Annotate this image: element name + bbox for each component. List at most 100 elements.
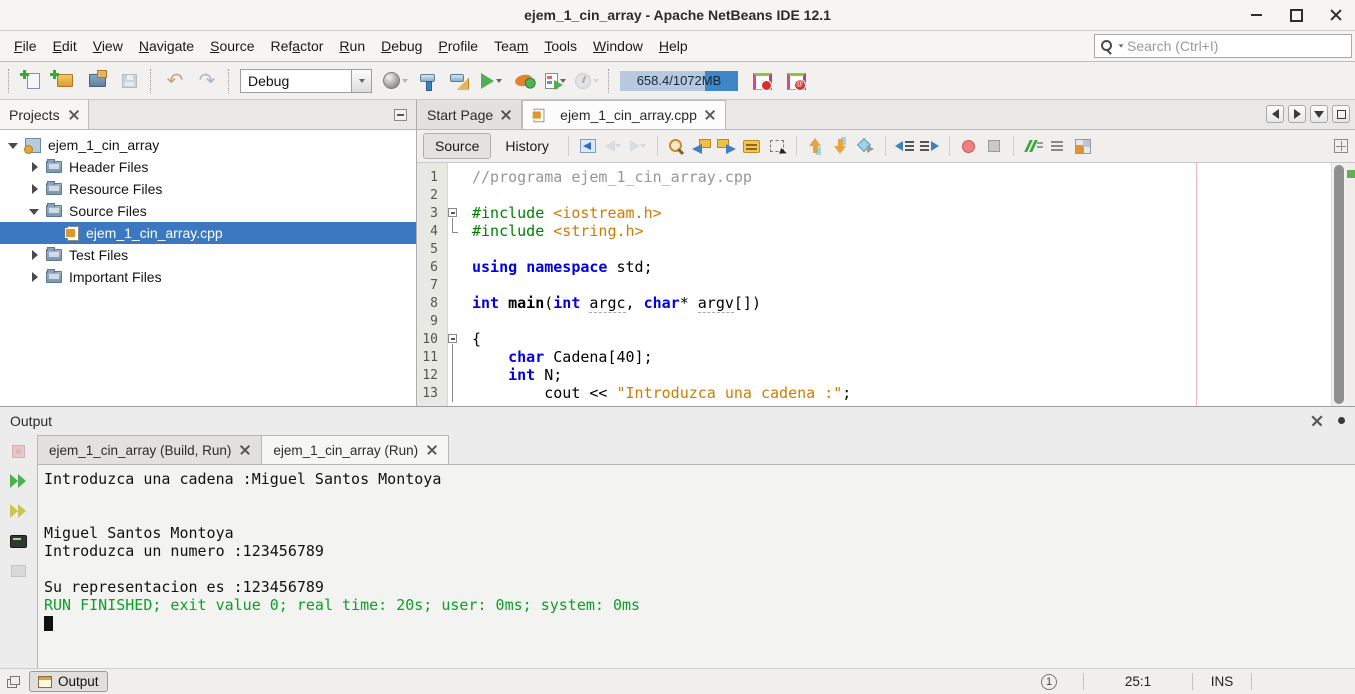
- stop-process-button[interactable]: [8, 442, 30, 460]
- search-dropdown-icon[interactable]: [1118, 44, 1124, 48]
- output-window-menu-icon[interactable]: [1338, 417, 1345, 424]
- output-window-button[interactable]: Output: [29, 671, 108, 692]
- toolbar-grip[interactable]: [8, 68, 12, 93]
- minimize-button[interactable]: [1247, 6, 1265, 24]
- run-project-button[interactable]: [478, 68, 504, 94]
- toggle-bookmark-button[interactable]: [855, 135, 877, 157]
- source-view-button[interactable]: Source: [423, 133, 492, 159]
- run-project-dropdown-icon[interactable]: [495, 78, 502, 83]
- scroll-tabs-left-button[interactable]: [1266, 105, 1284, 123]
- profile-gauge-button[interactable]: [574, 68, 600, 94]
- scroll-tabs-right-button[interactable]: [1288, 105, 1306, 123]
- fold-start-icon[interactable]: [448, 208, 457, 217]
- menu-profile[interactable]: Profile: [430, 33, 486, 59]
- show-opened-documents-button[interactable]: [1310, 105, 1328, 123]
- config-combobox[interactable]: Debug: [240, 68, 372, 93]
- previous-bookmark-button[interactable]: [805, 135, 827, 157]
- menu-tools[interactable]: Tools: [536, 33, 585, 59]
- menu-edit[interactable]: Edit: [45, 33, 85, 59]
- history-view-button[interactable]: History: [494, 134, 560, 158]
- float-window-icon[interactable]: [7, 675, 20, 688]
- deploy-button[interactable]: [382, 68, 408, 94]
- expand-arrow-icon[interactable]: [29, 206, 40, 217]
- menu-file[interactable]: File: [6, 33, 45, 59]
- output-tab-ejem-1-cin-array-build-run-[interactable]: ejem_1_cin_array (Build, Run): [37, 435, 263, 464]
- output-close-icon[interactable]: [1312, 415, 1323, 426]
- console-output[interactable]: Introduzca una cadena :Miguel Santos Mon…: [37, 464, 1355, 668]
- forward-button[interactable]: [627, 135, 649, 157]
- toolbar-grip[interactable]: [228, 68, 232, 93]
- tab-close-icon[interactable]: [240, 445, 250, 455]
- toolbar-grip[interactable]: [150, 68, 154, 93]
- toggle-header-source-button[interactable]: [1072, 135, 1094, 157]
- expand-arrow-icon[interactable]: [29, 271, 40, 283]
- shift-line-right-button[interactable]: [919, 135, 941, 157]
- expand-arrow-icon[interactable]: [29, 249, 40, 261]
- editor-vertical-scrollbar[interactable]: [1331, 163, 1346, 406]
- ide-update-at-button[interactable]: [782, 68, 808, 94]
- maximize-window-button[interactable]: [1332, 105, 1350, 123]
- tab-close-icon[interactable]: [427, 445, 437, 455]
- restore-button[interactable]: [1287, 6, 1305, 24]
- editor-tab-start-page[interactable]: Start Page: [417, 100, 523, 129]
- toggle-highlight-search-button[interactable]: [741, 135, 763, 157]
- save-all-button[interactable]: [116, 68, 142, 94]
- config-dropdown-button[interactable]: [351, 69, 371, 92]
- profile-project-button[interactable]: [542, 68, 568, 94]
- menu-window[interactable]: Window: [585, 33, 651, 59]
- menu-help[interactable]: Help: [651, 33, 696, 59]
- new-project-button[interactable]: [50, 68, 78, 94]
- toolbar-grip[interactable]: [608, 68, 612, 93]
- menu-run[interactable]: Run: [331, 33, 373, 59]
- projects-tree[interactable]: ejem_1_cin_array Header Files Resource Fil…: [0, 130, 416, 406]
- redo-button[interactable]: [194, 68, 220, 94]
- new-file-button[interactable]: [19, 68, 46, 94]
- tree-item-ejem-1-cin-array-cpp[interactable]: ejem_1_cin_array.cpp: [0, 222, 416, 244]
- undo-button[interactable]: [162, 68, 188, 94]
- back-dropdown-icon[interactable]: [614, 144, 621, 148]
- expand-arrow-icon[interactable]: [29, 183, 40, 195]
- find-selection-button[interactable]: [666, 135, 688, 157]
- scrollbar-thumb[interactable]: [1334, 165, 1344, 404]
- comment-button[interactable]: [1022, 135, 1044, 157]
- start-macro-recording-button[interactable]: [958, 135, 980, 157]
- minimize-panel-icon[interactable]: [394, 109, 407, 121]
- search-icon[interactable]: [1100, 39, 1115, 54]
- back-button[interactable]: [602, 135, 624, 157]
- notifications-icon[interactable]: 1: [1041, 673, 1057, 690]
- rerun-with-args-button[interactable]: [8, 502, 30, 520]
- expand-arrow-icon[interactable]: [8, 140, 19, 151]
- tree-item-resource-files[interactable]: Resource Files: [0, 178, 416, 200]
- deploy-dropdown-icon[interactable]: [401, 78, 408, 83]
- tab-close-icon[interactable]: [501, 110, 511, 120]
- menu-source[interactable]: Source: [202, 33, 262, 59]
- code-editor[interactable]: 1 //programa ejem_1_cin_array.cpp 2 3 #inclu…: [417, 163, 1355, 406]
- ide-update-clock-button[interactable]: [748, 68, 774, 94]
- memory-indicator[interactable]: 658.4/1072MB: [620, 70, 738, 91]
- fold-start-icon[interactable]: [448, 334, 457, 343]
- last-edit-location-button[interactable]: [577, 135, 599, 157]
- output-settings-button[interactable]: [8, 562, 30, 580]
- rerun-button[interactable]: [8, 472, 30, 490]
- find-next-button[interactable]: [716, 135, 738, 157]
- menu-team[interactable]: Team: [486, 33, 536, 59]
- stop-macro-recording-button[interactable]: [983, 135, 1005, 157]
- tree-item-source-files[interactable]: Source Files: [0, 200, 416, 222]
- profile-gauge-dropdown-icon[interactable]: [593, 78, 599, 83]
- uncomment-button[interactable]: [1047, 135, 1069, 157]
- clean-build-project-button[interactable]: [446, 68, 472, 94]
- forward-dropdown-icon[interactable]: [639, 144, 646, 148]
- search-box[interactable]: [1094, 34, 1352, 58]
- output-tab-ejem-1-cin-array-run-[interactable]: ejem_1_cin_array (Run): [261, 435, 450, 464]
- next-bookmark-button[interactable]: [830, 135, 852, 157]
- search-input[interactable]: [1127, 38, 1346, 54]
- menu-view[interactable]: View: [85, 33, 131, 59]
- open-project-button[interactable]: [84, 68, 110, 94]
- tree-item-header-files[interactable]: Header Files: [0, 156, 416, 178]
- close-button[interactable]: [1327, 6, 1345, 24]
- debug-project-button[interactable]: [510, 68, 536, 94]
- tree-item-ejem-1-cin-array[interactable]: ejem_1_cin_array: [0, 134, 416, 156]
- expand-arrow-icon[interactable]: [29, 161, 40, 173]
- tree-item-important-files[interactable]: Important Files: [0, 266, 416, 288]
- menu-navigate[interactable]: Navigate: [131, 33, 202, 59]
